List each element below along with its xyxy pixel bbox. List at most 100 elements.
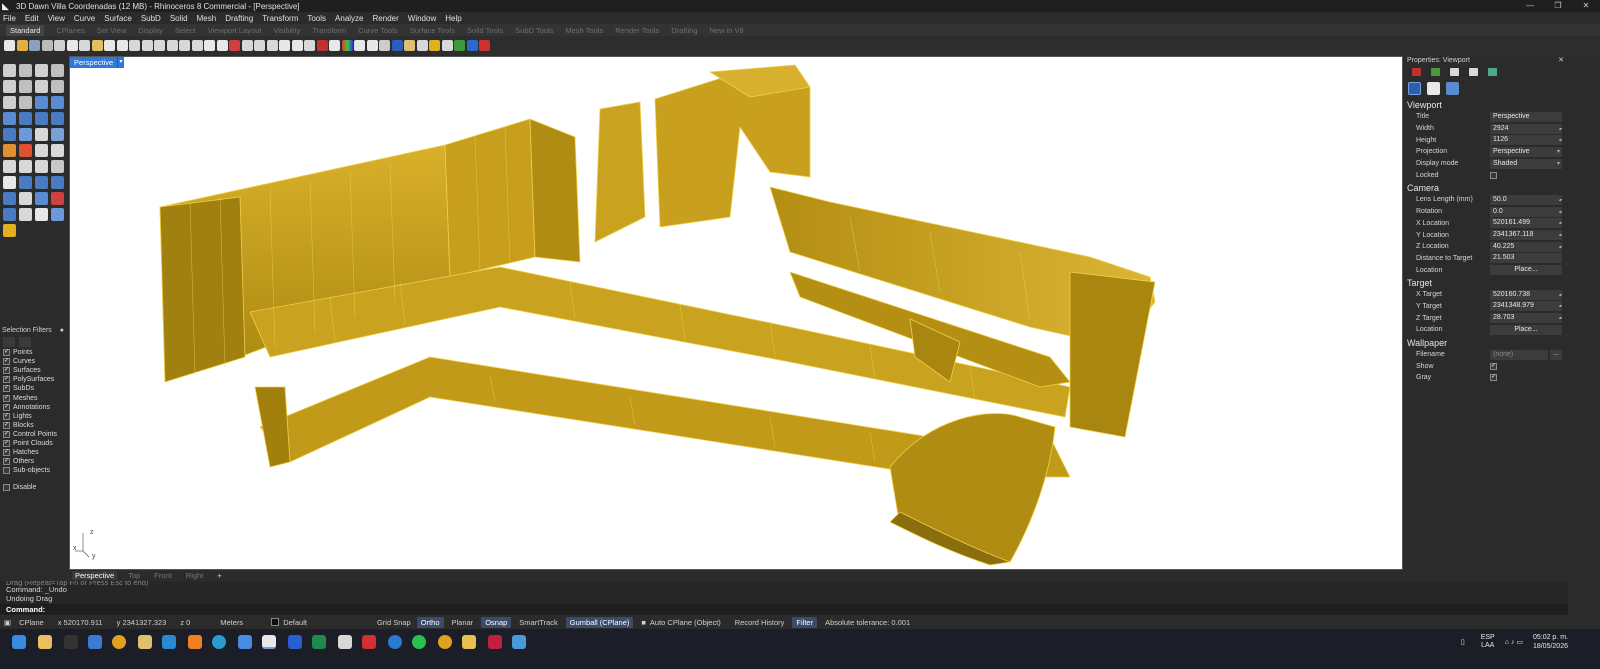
chrome-icon[interactable] [112, 635, 126, 649]
filter-checkbox[interactable]: ✓ [3, 394, 10, 402]
prop-field[interactable]: 520161.499 [1490, 218, 1562, 229]
menu-help[interactable]: Help [445, 14, 461, 23]
record-history-toggle[interactable]: Record History [735, 618, 785, 627]
disable-checkbox[interactable] [3, 484, 10, 492]
properties-icon[interactable] [54, 40, 65, 51]
place-button[interactable]: Place... [1490, 324, 1562, 335]
menu-file[interactable]: File [3, 14, 16, 23]
zoom-extents-icon[interactable] [166, 40, 178, 51]
fillet-curve-icon[interactable] [19, 96, 32, 109]
language-indicator[interactable]: ESP LAA [1481, 634, 1495, 650]
object-properties-tab-icon[interactable] [1412, 68, 1421, 76]
menu-curve[interactable]: Curve [74, 14, 95, 23]
panel-close-icon[interactable]: ✕ [1558, 56, 1564, 66]
tab-mesh-tools[interactable]: Mesh Tools [565, 26, 603, 35]
snip-icon[interactable] [512, 635, 526, 649]
filter-checkbox[interactable]: ✓ [3, 367, 10, 375]
group-icon[interactable] [19, 160, 32, 173]
tab-render-tools[interactable]: Render Tools [615, 26, 659, 35]
environment-icon[interactable] [391, 40, 403, 51]
move-icon[interactable] [3, 176, 16, 189]
select-icon[interactable] [3, 64, 16, 77]
store-icon[interactable] [162, 635, 176, 649]
filter-checkbox[interactable]: ✓ [3, 430, 10, 438]
array-icon[interactable] [19, 192, 32, 205]
filter-checkbox[interactable]: ✓ [3, 376, 10, 384]
print-icon[interactable] [41, 40, 53, 51]
object-properties-icon[interactable] [304, 40, 315, 51]
new-file-icon[interactable] [4, 40, 15, 51]
viewport-tab-right[interactable]: Right [183, 571, 207, 580]
sun-icon[interactable] [429, 40, 440, 51]
cut-icon[interactable] [66, 40, 78, 51]
filter-row-sub-objects[interactable]: Sub-objects [0, 466, 68, 475]
prop-field[interactable]: 2341348.979 [1490, 301, 1562, 312]
fillet-icon[interactable] [35, 160, 48, 173]
osnap-toggle[interactable]: Osnap [481, 616, 512, 628]
paste-icon[interactable] [91, 40, 103, 51]
prop-checkbox[interactable]: ✓ [1490, 362, 1497, 370]
prop-field[interactable]: 21.503 [1490, 253, 1562, 264]
smarttrack-toggle[interactable]: SmartTrack [519, 618, 557, 627]
viewport-tab-perspective[interactable]: Perspective [72, 571, 118, 580]
file-explorer-icon[interactable] [138, 635, 152, 649]
command-prompt[interactable]: Command: [0, 604, 1568, 615]
perspective-viewport[interactable]: Perspective ▾ z x y [69, 56, 1403, 570]
analyze-icon[interactable] [51, 208, 64, 221]
save-icon[interactable] [29, 40, 40, 51]
filter-toggle[interactable]: Filter [792, 616, 818, 628]
tab-visibility[interactable]: Visibility [273, 26, 300, 35]
excel-icon[interactable] [312, 635, 326, 649]
menu-window[interactable]: Window [408, 14, 436, 23]
current-layer[interactable]: Default [283, 618, 307, 627]
gumball-toggle[interactable]: Gumball (CPlane) [565, 616, 634, 628]
prop-checkbox[interactable] [1490, 171, 1497, 179]
filter-checkbox[interactable]: ✓ [3, 458, 10, 466]
options-icon[interactable] [416, 40, 428, 51]
plugin-icon[interactable] [454, 40, 465, 51]
filter-row-point-clouds[interactable]: ✓ Point Clouds [0, 439, 68, 448]
display-tab-icon[interactable] [1469, 68, 1478, 76]
menu-analyze[interactable]: Analyze [335, 14, 363, 23]
render-icon[interactable] [354, 40, 365, 51]
tab-select[interactable]: Select [175, 26, 196, 35]
split-icon[interactable] [51, 144, 64, 157]
tab-viewport-layout[interactable]: Viewport Layout [208, 26, 262, 35]
vlc-icon[interactable] [188, 635, 202, 649]
layers-tab-icon[interactable] [1450, 68, 1459, 76]
cplane-label[interactable]: CPlane [19, 618, 44, 627]
filter-row-meshes[interactable]: ✓ Meshes [0, 393, 68, 402]
calculator-icon[interactable] [338, 635, 352, 649]
filter-checkbox[interactable]: ✓ [3, 439, 10, 447]
extrude-icon[interactable] [3, 112, 16, 125]
curve-icon[interactable] [51, 64, 64, 77]
filter-row-curves[interactable]: ✓ Curves [0, 357, 68, 366]
filter-checkbox[interactable]: ✓ [3, 358, 10, 366]
light-bulb-icon[interactable] [291, 40, 303, 51]
support-icon[interactable] [479, 40, 490, 51]
filter-row-blocks[interactable]: ✓ Blocks [0, 421, 68, 430]
grid-snap-toggle[interactable]: Grid Snap [377, 618, 411, 627]
rotate-view-icon[interactable] [129, 40, 140, 51]
cplane-icon[interactable] [216, 40, 228, 51]
copy-transform-icon[interactable] [19, 176, 32, 189]
copy-icon[interactable] [79, 40, 90, 51]
ortho-toggle[interactable]: Ortho [416, 616, 444, 628]
color-wheel-icon[interactable] [341, 40, 353, 51]
texture-icon[interactable] [404, 40, 415, 51]
hatch-icon[interactable] [19, 208, 32, 221]
filter-checkbox[interactable] [3, 467, 10, 475]
filter-checkbox[interactable]: ✓ [3, 421, 10, 429]
filter-checkbox[interactable]: ✓ [3, 403, 10, 411]
cplane-icon[interactable]: ▣ [4, 618, 11, 627]
clock[interactable]: 05:02 p. m. 18/05/2026 [1533, 633, 1568, 651]
filter-row-annotations[interactable]: ✓ Annotations [0, 403, 68, 412]
3d-model[interactable] [70, 57, 1404, 571]
open-file-icon[interactable] [16, 40, 28, 51]
prop-field[interactable]: 2924 [1490, 123, 1562, 134]
viewport-title-tab[interactable]: Perspective [70, 57, 118, 68]
ellipse-icon[interactable] [3, 96, 16, 109]
tab-new-in-v8[interactable]: New in V8 [710, 26, 744, 35]
filter-row-lights[interactable]: ✓ Lights [0, 412, 68, 421]
layer-icon[interactable] [279, 40, 290, 51]
